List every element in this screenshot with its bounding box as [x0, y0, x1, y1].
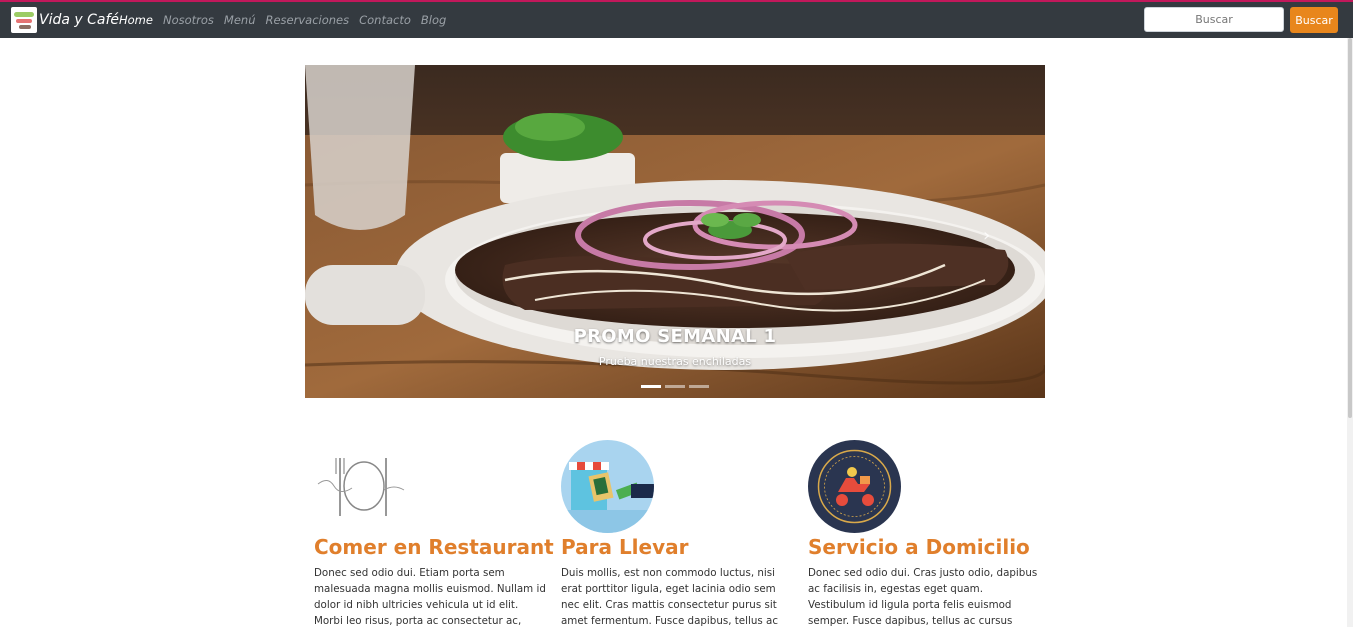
carousel-caption: PROMO SEMANAL 1 Prueba nuestras enchilad… — [305, 326, 1045, 368]
service-delivery: Servicio a Domicilio Donec sed odio dui.… — [808, 440, 1040, 627]
carousel-indicator-1[interactable] — [641, 385, 661, 388]
search-button[interactable]: Buscar — [1290, 7, 1338, 33]
navbar: Vida y Café Home Nosotros Menú Reservaci… — [0, 2, 1353, 38]
slide-title: PROMO SEMANAL 1 — [573, 326, 777, 347]
slide-caption: Prueba nuestras enchiladas — [598, 355, 752, 368]
nav-item-nosotros[interactable]: Nosotros — [163, 13, 214, 27]
brand[interactable]: Vida y Café — [11, 6, 119, 34]
carousel-indicators — [641, 385, 709, 388]
storefront-icon — [561, 440, 654, 533]
service-title: Comer en Restaurant — [314, 535, 554, 559]
nav-links: Home Nosotros Menú Reservaciones Contact… — [119, 13, 446, 27]
brand-logo — [11, 7, 37, 33]
service-restaurant: Comer en Restaurant Donec sed odio dui. … — [314, 440, 554, 627]
nav-item-contacto[interactable]: Contacto — [359, 13, 411, 27]
page-scrollbar[interactable] — [1347, 38, 1353, 627]
scrollbar-thumb[interactable] — [1348, 38, 1352, 418]
carousel-indicator-2[interactable] — [665, 385, 685, 388]
restaurant-sketch-icon — [314, 440, 407, 533]
service-takeout: Para Llevar Duis mollis, est non commodo… — [561, 440, 793, 627]
service-text: Duis mollis, est non commodo luctus, nis… — [561, 567, 778, 627]
carousel-next-icon[interactable]: › — [983, 225, 997, 246]
promo-carousel[interactable]: › PROMO SEMANAL 1 Prueba nuestras enchil… — [305, 65, 1045, 398]
nav-item-menu[interactable]: Menú — [224, 13, 256, 27]
nav-item-home[interactable]: Home — [119, 13, 153, 27]
service-text: Donec sed odio dui. Cras justo odio, dap… — [808, 567, 1038, 627]
nav-item-reservaciones[interactable]: Reservaciones — [265, 13, 349, 27]
brand-name: Vida y Café — [39, 12, 120, 28]
service-title: Servicio a Domicilio — [808, 535, 1030, 559]
nav-item-blog[interactable]: Blog — [421, 13, 446, 27]
delivery-scooter-icon — [808, 440, 901, 533]
service-text: Donec sed odio dui. Etiam porta sem male… — [314, 567, 546, 627]
service-title: Para Llevar — [561, 535, 689, 559]
carousel-indicator-3[interactable] — [689, 385, 709, 388]
search-input[interactable] — [1144, 7, 1284, 32]
